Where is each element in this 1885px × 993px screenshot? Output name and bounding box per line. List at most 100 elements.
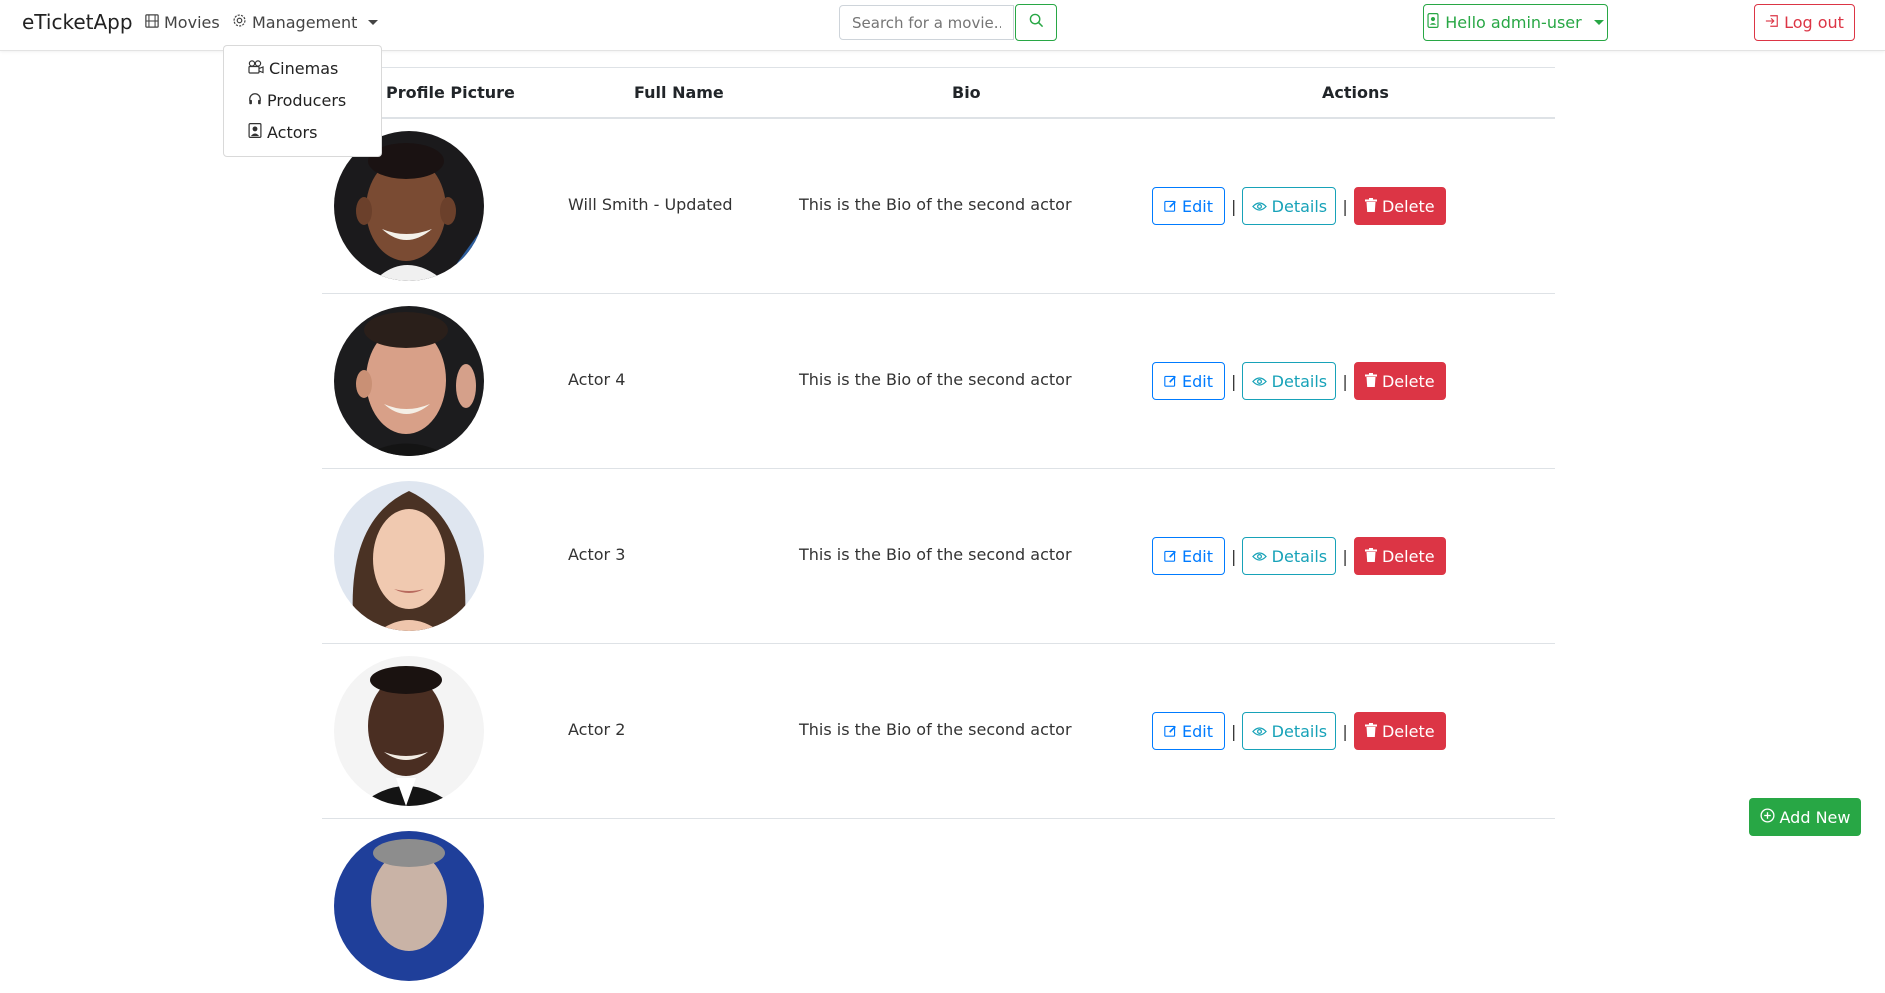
cell-bio: This is the Bio of the second actor xyxy=(799,195,1072,214)
separator: | xyxy=(1342,196,1348,216)
details-button[interactable]: Details xyxy=(1242,712,1337,750)
header-full-name: Full Name xyxy=(634,83,724,102)
delete-button[interactable]: Delete xyxy=(1353,187,1446,225)
search-button[interactable] xyxy=(1015,4,1057,41)
avatar xyxy=(334,656,484,806)
details-label: Details xyxy=(1271,721,1328,741)
nav-movies[interactable]: Movies xyxy=(145,13,220,32)
details-label: Details xyxy=(1271,546,1328,566)
edit-button[interactable]: Edit xyxy=(1152,187,1225,225)
actors-table: Profile Picture Full Name Bio Actions Wi… xyxy=(322,67,1555,993)
trash-icon xyxy=(1364,547,1377,566)
delete-button[interactable]: Delete xyxy=(1353,362,1446,400)
chevron-down-icon xyxy=(1593,20,1604,25)
user-menu-button[interactable]: Hello admin-user xyxy=(1423,4,1608,41)
eye-icon xyxy=(1251,197,1267,216)
add-new-label: Add New xyxy=(1779,807,1851,827)
logout-button[interactable]: Log out xyxy=(1754,4,1855,41)
delete-label: Delete xyxy=(1381,546,1435,566)
dropdown-item-label: Cinemas xyxy=(269,59,339,78)
avatar xyxy=(334,481,484,631)
row-actions: Edit | Details | Delete xyxy=(1152,362,1446,400)
edit-button[interactable]: Edit xyxy=(1152,362,1225,400)
dropdown-item-label: Actors xyxy=(267,123,318,142)
cinema-icon xyxy=(248,59,264,78)
pencil-square-icon xyxy=(1164,197,1177,216)
details-label: Details xyxy=(1271,196,1328,216)
pencil-square-icon xyxy=(1164,722,1177,741)
row-actions: Edit | Details | Delete xyxy=(1152,187,1446,225)
edit-button[interactable]: Edit xyxy=(1152,712,1225,750)
table-row: Actor 2 This is the Bio of the second ac… xyxy=(322,644,1555,819)
navbar: eTicketApp Movies Management Hello admin… xyxy=(0,0,1885,51)
nav-management-toggle[interactable]: Management xyxy=(232,13,379,32)
cell-full-name: Will Smith - Updated xyxy=(568,195,733,214)
delete-label: Delete xyxy=(1381,721,1435,741)
separator: | xyxy=(1231,196,1237,216)
search-icon xyxy=(1029,13,1044,32)
table-row xyxy=(322,819,1555,993)
details-button[interactable]: Details xyxy=(1242,362,1337,400)
separator: | xyxy=(1231,371,1237,391)
table-row: Actor 4 This is the Bio of the second ac… xyxy=(322,294,1555,469)
cell-full-name: Actor 4 xyxy=(568,370,626,389)
cell-bio: This is the Bio of the second actor xyxy=(799,370,1072,389)
separator: | xyxy=(1342,371,1348,391)
nav-movies-label: Movies xyxy=(164,13,220,32)
management-dropdown-menu: Cinemas Producers Actors xyxy=(223,45,382,157)
details-button[interactable]: Details xyxy=(1242,187,1337,225)
add-new-button[interactable]: Add New xyxy=(1749,798,1861,836)
cell-bio: This is the Bio of the second actor xyxy=(799,720,1072,739)
logout-label: Log out xyxy=(1784,13,1844,32)
avatar xyxy=(334,831,484,981)
details-button[interactable]: Details xyxy=(1242,537,1337,575)
search-input[interactable] xyxy=(839,5,1014,40)
table-header-row: Profile Picture Full Name Bio Actions xyxy=(322,67,1555,119)
gear-icon xyxy=(232,13,247,32)
edit-label: Edit xyxy=(1182,546,1213,566)
trash-icon xyxy=(1364,722,1377,741)
delete-button[interactable]: Delete xyxy=(1353,537,1446,575)
separator: | xyxy=(1231,721,1237,741)
cell-full-name: Actor 2 xyxy=(568,720,626,739)
edit-label: Edit xyxy=(1182,371,1213,391)
delete-label: Delete xyxy=(1381,371,1435,391)
dropdown-item-producers[interactable]: Producers xyxy=(248,91,346,110)
row-actions: Edit | Details | Delete xyxy=(1152,537,1446,575)
person-square-icon xyxy=(248,123,262,142)
avatar xyxy=(334,306,484,456)
edit-label: Edit xyxy=(1182,196,1213,216)
details-label: Details xyxy=(1271,371,1328,391)
delete-label: Delete xyxy=(1381,196,1435,216)
separator: | xyxy=(1342,546,1348,566)
header-actions: Actions xyxy=(1322,83,1389,102)
logout-icon xyxy=(1765,13,1779,32)
pencil-square-icon xyxy=(1164,372,1177,391)
header-bio: Bio xyxy=(952,83,981,102)
separator: | xyxy=(1342,721,1348,741)
table-row: Will Smith - Updated This is the Bio of … xyxy=(322,119,1555,294)
dropdown-item-label: Producers xyxy=(267,91,347,110)
dropdown-item-actors[interactable]: Actors xyxy=(248,123,317,142)
trash-icon xyxy=(1364,197,1377,216)
cell-bio: This is the Bio of the second actor xyxy=(799,545,1072,564)
person-badge-icon xyxy=(1427,13,1439,32)
delete-button[interactable]: Delete xyxy=(1353,712,1446,750)
headphones-icon xyxy=(248,91,262,110)
dropdown-item-cinemas[interactable]: Cinemas xyxy=(248,59,338,78)
eye-icon xyxy=(1251,547,1267,566)
row-actions: Edit | Details | Delete xyxy=(1152,712,1446,750)
brand-link[interactable]: eTicketApp xyxy=(22,10,133,34)
eye-icon xyxy=(1251,372,1267,391)
nav-management-label: Management xyxy=(252,13,358,32)
edit-label: Edit xyxy=(1182,721,1213,741)
chevron-down-icon xyxy=(368,20,379,25)
table-row: Actor 3 This is the Bio of the second ac… xyxy=(322,469,1555,644)
edit-button[interactable]: Edit xyxy=(1152,537,1225,575)
film-icon xyxy=(145,13,159,32)
trash-icon xyxy=(1364,372,1377,391)
pencil-square-icon xyxy=(1164,547,1177,566)
cell-full-name: Actor 3 xyxy=(568,545,626,564)
header-profile-picture: Profile Picture xyxy=(386,83,515,102)
separator: | xyxy=(1231,546,1237,566)
